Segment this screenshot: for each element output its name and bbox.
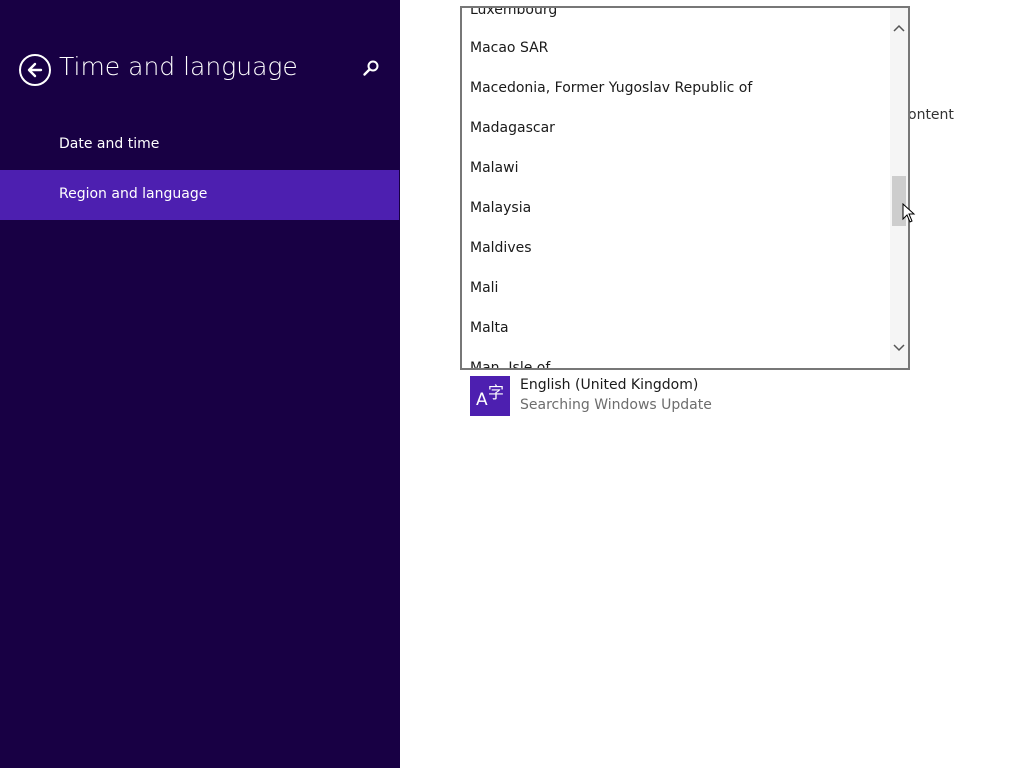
language-name: English (United Kingdom) [520,377,699,393]
page-title: Time and language [59,52,298,81]
list-item[interactable]: Malaysia [462,188,892,228]
language-status: Searching Windows Update [520,397,712,413]
navigation-pane: Time and language Date and time Region a… [0,0,400,768]
partial-description-text: ontent [908,107,954,123]
scroll-up-button[interactable] [890,20,908,38]
chevron-up-icon [893,24,905,32]
list-item[interactable]: Macao SAR [462,28,892,68]
list-item[interactable]: Man, Isle of [462,348,892,368]
nav-item-date-and-time[interactable]: Date and time [0,120,399,170]
list-item[interactable]: Macedonia, Former Yugoslav Republic of [462,68,892,108]
language-entry[interactable]: A 字 English (United Kingdom) Searching W… [470,376,730,416]
vertical-scrollbar[interactable] [890,8,908,368]
list-item[interactable]: Madagascar [462,108,892,148]
country-list-viewport: Luxembourg Macao SAR Macedonia, Former Y… [462,8,892,368]
language-icon: A 字 [470,376,510,416]
list-item[interactable]: Malta [462,308,892,348]
list-item[interactable]: Malawi [462,148,892,188]
nav-item-region-and-language[interactable]: Region and language [0,170,399,220]
list-item[interactable]: Maldives [462,228,892,268]
scrollbar-thumb[interactable] [892,176,906,226]
search-button[interactable] [360,58,382,80]
nav-item-label: Date and time [59,136,160,152]
scroll-down-button[interactable] [890,338,908,356]
settings-window: Time and language Date and time Region a… [0,0,1024,768]
chevron-down-icon [893,344,905,352]
nav-item-label: Region and language [59,186,208,202]
country-dropdown-list[interactable]: Luxembourg Macao SAR Macedonia, Former Y… [460,6,910,370]
list-item[interactable]: Luxembourg [462,8,892,30]
back-button[interactable] [19,54,51,86]
list-item[interactable]: Mali [462,268,892,308]
search-icon [363,60,379,76]
back-arrow-icon [27,62,43,78]
